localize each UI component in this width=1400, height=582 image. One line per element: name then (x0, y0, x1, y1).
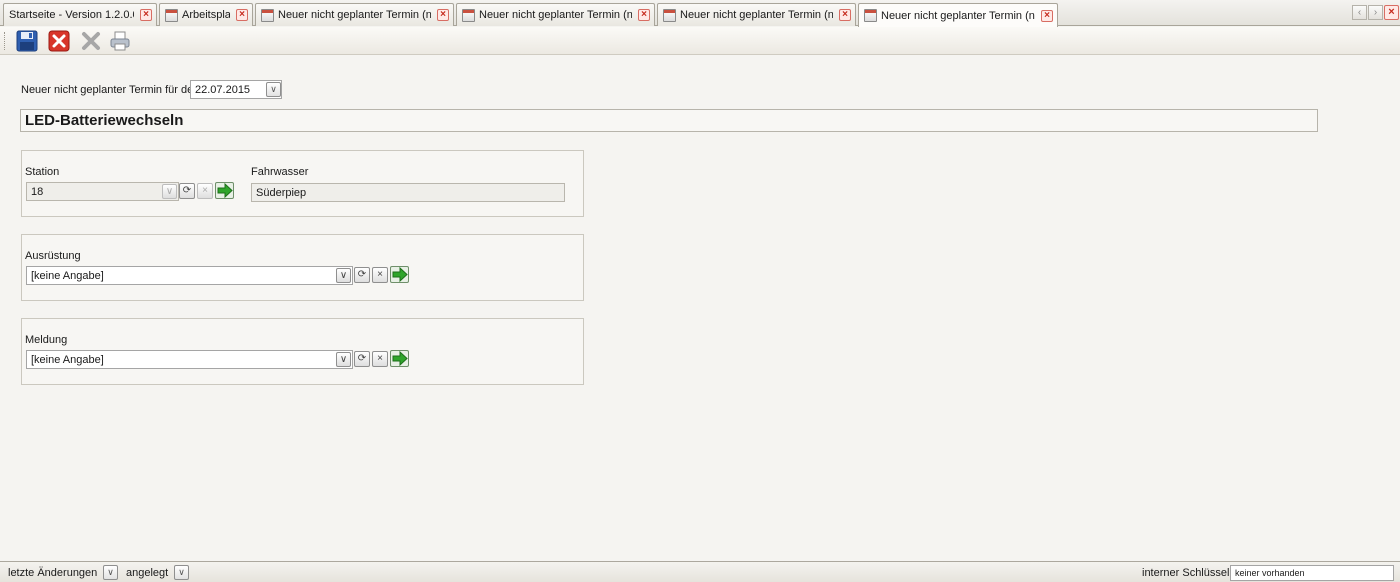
meldung-label: Meldung (25, 334, 68, 346)
date-dropdown-chevron-down-icon[interactable]: ∨ (266, 82, 281, 97)
tab-termin-4-active[interactable]: Neuer nicht geplanter Termin (neu) × (858, 3, 1058, 27)
station-chevron-down-icon[interactable]: ∨ (162, 184, 177, 199)
angelegt-chevron-down-icon[interactable]: ∨ (174, 565, 189, 580)
tab-label: Startseite - Version 1.2.0.0 (9, 9, 134, 21)
interner-schluessel-label: interner Schlüssel (1142, 567, 1230, 579)
tab-termin-1[interactable]: Neuer nicht geplanter Termin (neu) × (255, 3, 454, 26)
tab-termin-3[interactable]: Neuer nicht geplanter Termin (neu) × (657, 3, 856, 26)
meldung-go-arrow-icon[interactable] (390, 350, 409, 367)
calendar-icon (165, 8, 178, 22)
station-group: Station 18 ∨ ⟳ × Fahrwasser Süderpiep (21, 150, 584, 217)
meldung-group: Meldung [keine Angabe] ∨ ⟳ × (21, 318, 584, 385)
station-go-arrow-icon[interactable] (215, 182, 234, 199)
tab-close-icon[interactable]: × (236, 9, 248, 21)
ausruestung-group: Ausrüstung [keine Angabe] ∨ ⟳ × (21, 234, 584, 301)
letzte-aenderungen-label: letzte Änderungen (8, 567, 98, 579)
ausruestung-go-arrow-icon[interactable] (390, 266, 409, 283)
ausruestung-refresh-icon[interactable]: ⟳ (354, 267, 370, 283)
tab-arbeitsplan[interactable]: Arbeitsplan × (159, 3, 253, 26)
tab-label: Neuer nicht geplanter Termin (neu) (278, 9, 431, 21)
calendar-icon (663, 8, 676, 22)
tab-termin-2[interactable]: Neuer nicht geplanter Termin (neu) × (456, 3, 655, 26)
station-label: Station (25, 166, 60, 178)
status-bar: letzte Änderungen ∨ angelegt ∨ interner … (0, 561, 1400, 582)
station-refresh-icon[interactable]: ⟳ (179, 183, 195, 199)
date-label: Neuer nicht geplanter Termin für den (21, 84, 200, 96)
close-all-tabs-icon[interactable]: × (1384, 5, 1399, 20)
tab-label: Neuer nicht geplanter Termin (neu) (680, 9, 833, 21)
tab-startseite[interactable]: Startseite - Version 1.2.0.0 × (3, 3, 157, 26)
fahrwasser-label: Fahrwasser (251, 166, 309, 178)
tab-label: Neuer nicht geplanter Termin (neu) (881, 9, 1035, 22)
tab-scroll-right-icon[interactable]: › (1368, 5, 1383, 20)
page-title: LED-Batteriewechseln (25, 112, 184, 129)
interner-schluessel-field: keiner vorhanden (1230, 565, 1394, 581)
ausruestung-clear-icon[interactable]: × (372, 267, 388, 283)
ausruestung-value: [keine Angabe] (31, 270, 104, 282)
print-icon[interactable] (109, 30, 131, 52)
calendar-icon (462, 8, 475, 22)
calendar-icon (261, 8, 274, 22)
toolbar-grip (4, 32, 7, 50)
ausruestung-chevron-down-icon[interactable]: ∨ (336, 268, 351, 283)
angelegt-label: angelegt (126, 567, 169, 579)
save-icon[interactable] (16, 30, 38, 52)
letzte-aenderungen-chevron-down-icon[interactable]: ∨ (103, 565, 118, 580)
meldung-select[interactable]: [keine Angabe] (26, 350, 353, 369)
station-clear-icon[interactable]: × (197, 183, 213, 199)
meldung-chevron-down-icon[interactable]: ∨ (336, 352, 351, 367)
fahrwasser-field: Süderpiep (251, 183, 565, 202)
fahrwasser-value: Süderpiep (256, 187, 307, 199)
meldung-refresh-icon[interactable]: ⟳ (354, 351, 370, 367)
tab-close-icon[interactable]: × (437, 9, 449, 21)
title-field[interactable]: LED-Batteriewechseln (20, 109, 1318, 132)
calendar-icon (864, 9, 877, 22)
station-select[interactable]: 18 (26, 182, 179, 201)
tab-close-icon[interactable]: × (839, 9, 851, 21)
ausruestung-select[interactable]: [keine Angabe] (26, 266, 353, 285)
toolbar (0, 27, 1400, 55)
tab-close-icon[interactable]: × (140, 9, 152, 21)
ausruestung-label: Ausrüstung (25, 250, 81, 262)
tab-close-icon[interactable]: × (638, 9, 650, 21)
tab-strip: Startseite - Version 1.2.0.0 × Arbeitspl… (0, 0, 1400, 27)
tab-close-icon[interactable]: × (1041, 9, 1053, 22)
tab-scroll-left-icon[interactable]: ‹ (1352, 5, 1367, 20)
interner-schluessel-value: keiner vorhanden (1235, 568, 1305, 578)
tab-label: Neuer nicht geplanter Termin (neu) (479, 9, 632, 21)
station-value: 18 (31, 186, 44, 198)
close-red-icon[interactable] (48, 30, 70, 52)
meldung-value: [keine Angabe] (31, 354, 104, 366)
delete-icon[interactable] (80, 30, 102, 52)
meldung-clear-icon[interactable]: × (372, 351, 388, 367)
tab-label: Arbeitsplan (182, 9, 230, 21)
date-value: 22.07.2015 (195, 84, 251, 96)
